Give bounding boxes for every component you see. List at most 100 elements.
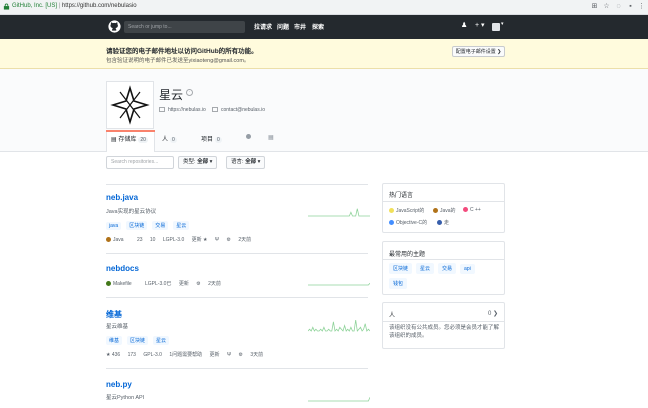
tab-projects[interactable]: 项目 0 <box>201 134 222 143</box>
user-avatar[interactable] <box>492 23 500 31</box>
language-item[interactable]: 走 <box>437 219 449 226</box>
topic-tag[interactable]: java <box>106 222 122 230</box>
site-identity: GitHub, Inc. [US] <box>12 3 58 9</box>
sparkline-path <box>308 397 370 402</box>
language-item[interactable]: Java的 <box>433 207 456 214</box>
repo-name-link[interactable]: neb.py <box>106 380 132 389</box>
extension-icon[interactable]: ◌ <box>614 2 623 11</box>
language-item[interactable]: C ++ <box>463 207 481 213</box>
topic-tag[interactable]: 星云 <box>153 336 170 345</box>
topic-tag[interactable]: 区块链 <box>126 221 148 230</box>
topic-tag[interactable]: 钱包 <box>389 278 408 289</box>
repo-name-link[interactable]: 维基 <box>106 309 122 320</box>
topic-tag[interactable]: 区块链 <box>389 263 413 274</box>
topic-tag[interactable]: 星云 <box>416 263 435 274</box>
gear-icon: ⚙ <box>226 237 231 243</box>
topic-tag[interactable]: 交易 <box>438 263 457 274</box>
tab-people[interactable]: 人0 <box>162 134 177 143</box>
email-verification-banner: 请验证您的电子邮件地址以访问GitHub的所有功能。 包含验证说明的电子邮件已发… <box>0 39 648 69</box>
fork-count[interactable]: 173 <box>128 352 136 358</box>
org-name: 星云 <box>159 88 184 102</box>
link-icon <box>159 107 165 113</box>
github-header: Search or jump to... 拉请求 问题 市井 探索 ♟ + ▾ … <box>0 15 648 39</box>
tab-settings[interactable] <box>246 134 251 140</box>
language-color-dot <box>389 208 394 214</box>
github-logo-icon[interactable] <box>108 20 121 33</box>
divider <box>106 368 368 369</box>
sparkline-path <box>308 319 370 332</box>
tab-insights[interactable]: ▦ <box>268 134 274 141</box>
divider <box>383 321 504 322</box>
fork-count[interactable]: 10 <box>150 237 156 243</box>
repo-meta: ★ 436 173 GPL-3.0 1问题需要帮助 更新 Ψ ⚙ 3天前 <box>106 351 269 358</box>
repo-topics: 维基 区块链 星云 <box>106 336 174 345</box>
repo-name-link[interactable]: neb.java <box>106 193 138 202</box>
type-filter-dropdown[interactable]: 类型: 全部 ▾ <box>178 156 218 169</box>
bookmark-star-icon[interactable]: ☆ <box>602 2 611 11</box>
nav-issues[interactable]: 问题 <box>277 22 289 31</box>
info-icon: · <box>186 89 193 96</box>
language-filter-dropdown[interactable]: 语言: 全部 ▾ <box>226 156 266 169</box>
repo-name-link[interactable]: nebdocs <box>106 264 139 273</box>
nav-explore[interactable]: 探索 <box>312 22 324 31</box>
repo-description: Java实现的星云协议 <box>106 209 157 215</box>
create-new-button[interactable]: + ▾ <box>475 21 485 29</box>
people-count-link[interactable]: 0 ❯ <box>488 310 498 317</box>
star-count[interactable]: 23 <box>137 237 143 243</box>
updated-time: 2天前 <box>238 237 252 243</box>
tab-repositories[interactable]: ▤ 存储库 20 <box>111 134 148 143</box>
repo-icon: ▤ <box>111 137 117 143</box>
menu-dots-icon[interactable]: ⋮ <box>637 2 646 11</box>
license: LGPL-3.0 <box>162 237 185 243</box>
nav-marketplace[interactable]: 市井 <box>294 22 306 31</box>
lock-icon <box>3 3 10 10</box>
search-input[interactable]: Search or jump to... <box>124 21 245 33</box>
language-color-dot <box>433 208 438 214</box>
nebulas-logo-icon <box>110 85 150 125</box>
topic-tag[interactable]: 区块链 <box>127 336 149 345</box>
help-wanted-issues[interactable]: 1问题需要帮助 <box>169 352 202 358</box>
panel-title: 热门语言 <box>389 193 414 199</box>
language-color-dot <box>437 220 442 226</box>
chat-icon[interactable]: ▪ <box>626 2 635 11</box>
org-header <box>0 69 648 152</box>
topic-tag[interactable]: 交易 <box>152 221 169 230</box>
language-item[interactable]: Objective-C的 <box>389 219 427 226</box>
gear-icon <box>246 134 251 139</box>
language-color-dot <box>106 281 111 287</box>
translate-icon[interactable]: ⊞ <box>590 2 599 11</box>
gear-icon: ⚙ <box>196 281 201 287</box>
updated-time: 2天前 <box>208 281 221 287</box>
browser-url[interactable]: GitHub, Inc. [US] | https://github.com/n… <box>12 3 137 9</box>
top-topics-panel: 最常用的主题 区块链 星云 交易 api 钱包 <box>382 241 505 295</box>
topic-tag[interactable]: 星云 <box>173 221 190 230</box>
org-website[interactable]: https://nebulas.io <box>159 107 206 113</box>
divider <box>383 201 504 202</box>
email-settings-button[interactable]: 配置电子邮件设置 ❯ <box>452 46 505 57</box>
sparkline-path <box>308 208 370 217</box>
updated-label: 更新 <box>178 281 189 287</box>
language-color-dot <box>389 220 394 226</box>
org-email[interactable]: contact@nebulas.io <box>212 107 265 113</box>
divider <box>383 259 504 260</box>
people-panel: 人 0 ❯ 该组织没有公共成员。您必须是会员才能了解该组织的成员。 <box>382 302 505 349</box>
fork-icon: Ψ <box>226 352 232 358</box>
repo-topics: java 区块链 交易 星云 <box>106 221 194 230</box>
topic-tag[interactable]: api <box>460 264 475 274</box>
repo-search-input[interactable]: Search repositories... <box>106 156 174 169</box>
divider <box>106 253 368 254</box>
language-color-dot <box>106 237 111 243</box>
repo-description: 星云维基 <box>106 324 129 330</box>
panel-title: 最常用的主题 <box>389 252 426 258</box>
notification-bell-icon[interactable]: ♟ <box>461 21 467 29</box>
top-languages-panel: 热门语言 JavaScript的 Java的 C ++ Objective-C的… <box>382 183 505 233</box>
star-count[interactable]: ★ 436 <box>106 352 120 358</box>
chevron-down-icon[interactable]: ▾ <box>501 21 504 27</box>
nav-pull-requests[interactable]: 拉请求 <box>254 22 272 31</box>
people-empty-text: 该组织没有公共成员。您必须是会员才能了解该组织的成员。 <box>389 325 500 339</box>
mail-icon <box>212 107 218 113</box>
updated-time: 3天前 <box>250 352 264 358</box>
language-item[interactable]: JavaScript的 <box>389 207 424 214</box>
topic-list: 钱包 <box>389 278 411 289</box>
topic-tag[interactable]: 维基 <box>106 336 123 345</box>
